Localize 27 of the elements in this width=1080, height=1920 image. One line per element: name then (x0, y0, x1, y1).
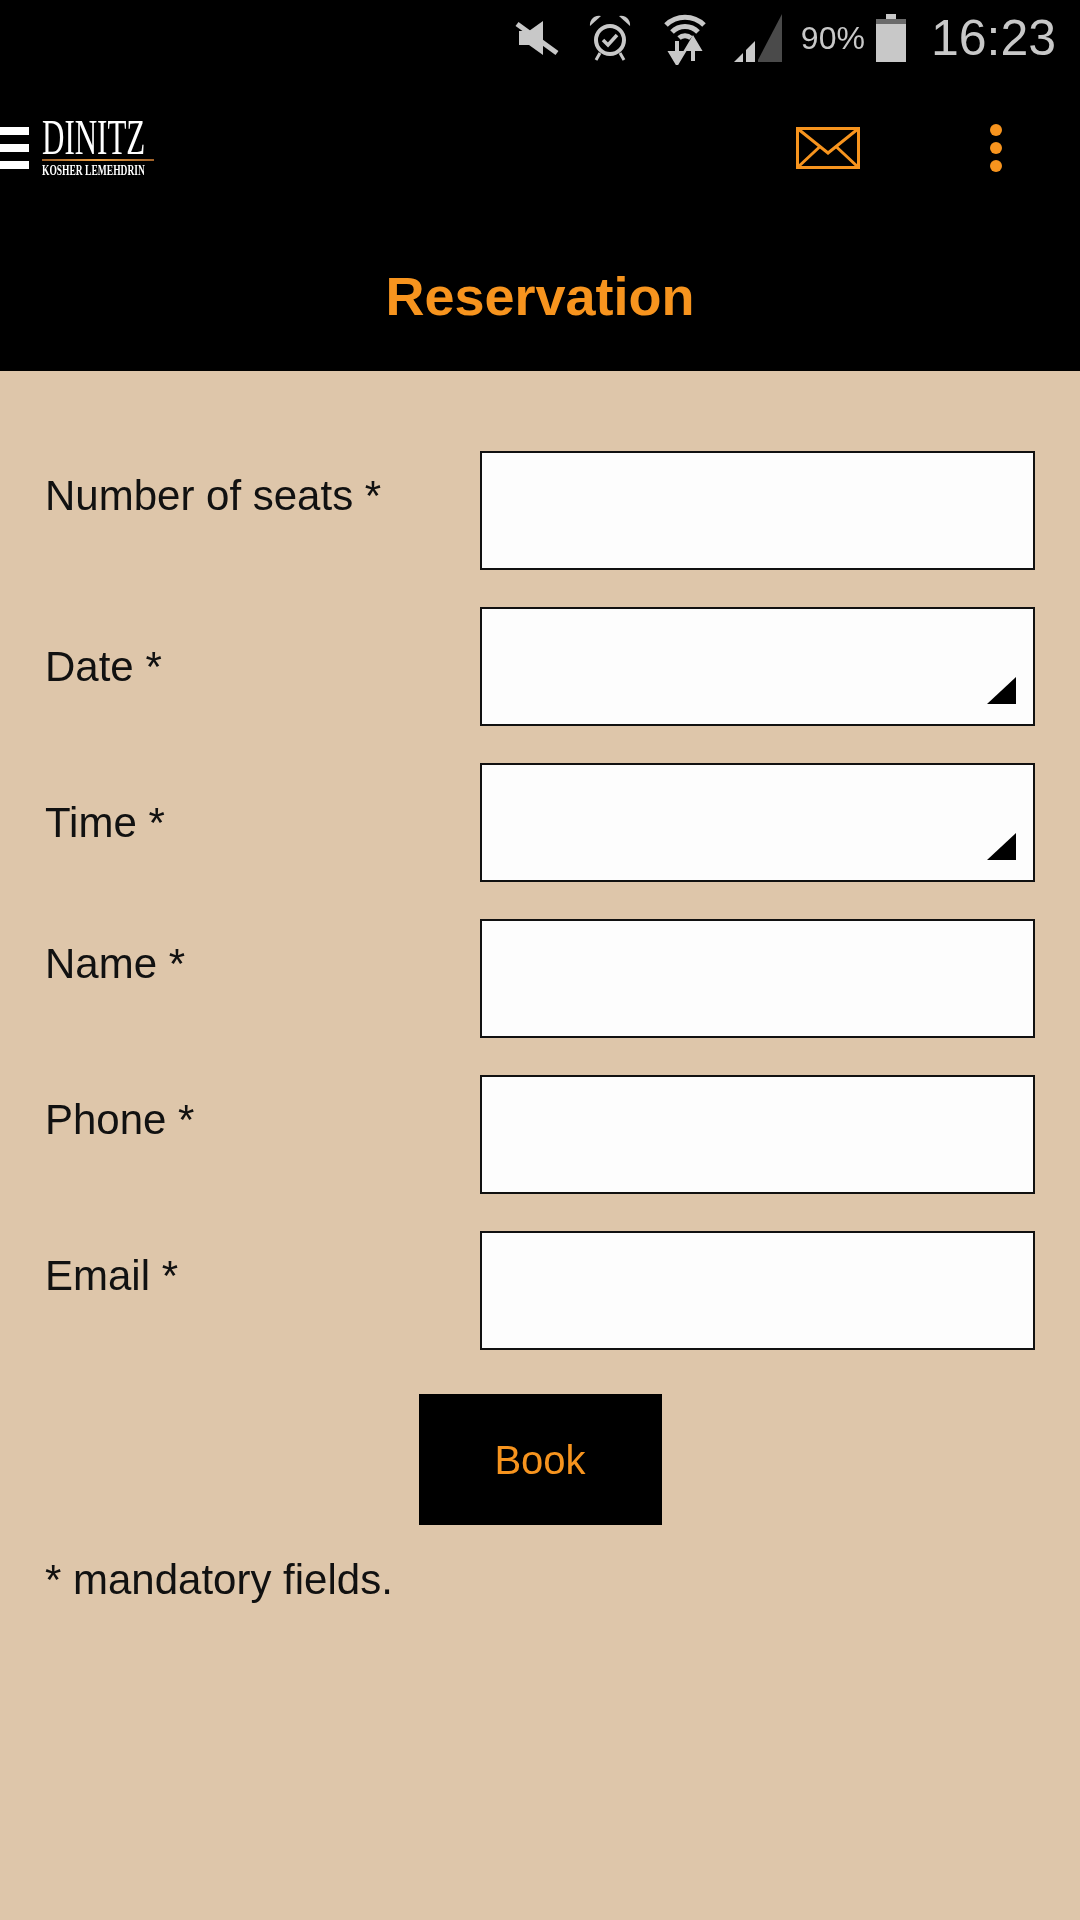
logo-wordmark: DINITZ (42, 117, 146, 157)
battery-icon (875, 13, 906, 62)
corner-triangle-icon (987, 833, 1016, 860)
signal-icon (733, 13, 782, 62)
mandatory-fields-note: * mandatory fields. (45, 1557, 394, 1603)
page-title: Reservation (385, 265, 695, 327)
logo-tagline: KOSHER LEMEHDRIN (42, 163, 146, 179)
field-label: Time * (45, 799, 166, 846)
field-label: Date * (45, 643, 163, 690)
clock-time: 16:23 (930, 9, 1056, 66)
battery-percentage: 90% (800, 19, 865, 56)
input-field[interactable] (480, 1075, 1035, 1194)
mail-icon[interactable] (796, 127, 860, 169)
field-label: Email * (45, 1251, 180, 1299)
input-field[interactable] (480, 451, 1035, 570)
input-field[interactable] (480, 1231, 1035, 1350)
menu-icon[interactable] (0, 127, 29, 169)
field-label: Name * (45, 939, 187, 987)
dropdown-field[interactable] (480, 763, 1035, 882)
field-label: Phone * (45, 1095, 196, 1143)
input-field[interactable] (480, 919, 1035, 1038)
dropdown-field[interactable] (480, 607, 1035, 726)
book-button[interactable]: Book (418, 1394, 662, 1525)
field-label: Number of seats * (45, 471, 383, 519)
alarm-icon (588, 14, 631, 61)
more-options-icon[interactable] (990, 124, 1002, 172)
corner-triangle-icon (987, 677, 1016, 704)
